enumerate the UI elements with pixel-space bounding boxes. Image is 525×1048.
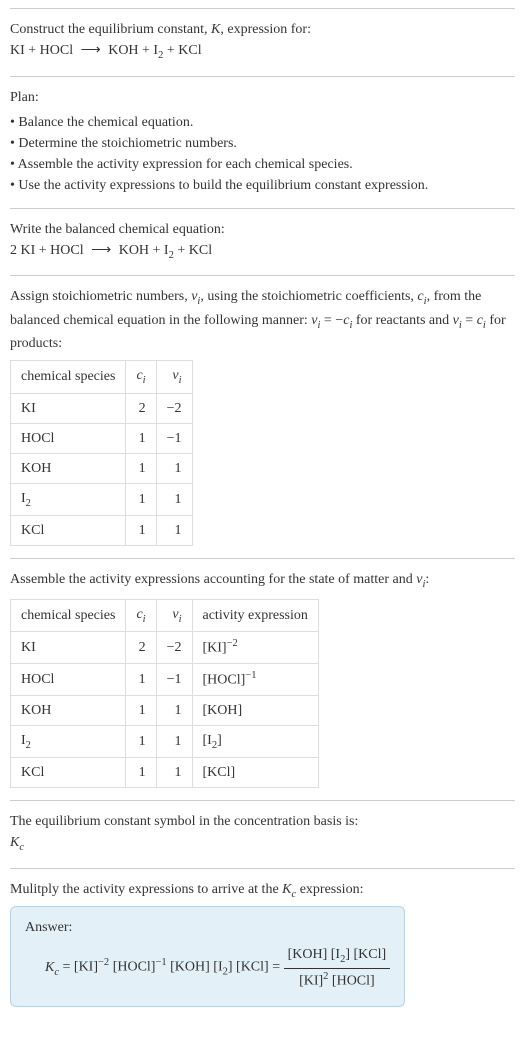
stoich-section: Assign stoichiometric numbers, νi, using…	[10, 275, 515, 558]
table-header-row: chemical species ci νi activity expressi…	[11, 599, 319, 632]
table-row: KI 2 −2 [KI]−2	[11, 632, 319, 664]
plan-item: Assemble the activity expression for eac…	[10, 154, 515, 175]
stoich-intro: Assign stoichiometric numbers, νi, using…	[10, 286, 515, 354]
unbalanced-equation: KI + HOCl ⟶ KOH + I2 + KCl	[10, 40, 515, 64]
answer-section: Mulitply the activity expressions to arr…	[10, 868, 515, 1019]
col-species: chemical species	[11, 599, 126, 632]
kc-expression: Kc = [KI]−2 [HOCl]−1 [KOH] [I2] [KCl] = …	[25, 944, 390, 991]
plan-section: Plan: Balance the chemical equation. Det…	[10, 76, 515, 208]
balanced-section: Write the balanced chemical equation: 2 …	[10, 208, 515, 276]
stoich-table: chemical species ci νi KI 2 −2 HOCl 1 −1…	[10, 360, 193, 546]
activity-table: chemical species ci νi activity expressi…	[10, 599, 319, 788]
col-ci: ci	[126, 599, 156, 632]
answer-label: Answer:	[25, 917, 390, 938]
plan-item: Determine the stoichiometric numbers.	[10, 133, 515, 154]
symbol-section: The equilibrium constant symbol in the c…	[10, 800, 515, 868]
balanced-equation: 2 KI + HOCl ⟶ KOH + I2 + KCl	[10, 240, 515, 264]
plan-label: Plan:	[10, 87, 515, 108]
multiply-intro: Mulitply the activity expressions to arr…	[10, 879, 515, 903]
kc-symbol: Kc	[10, 832, 515, 856]
table-header-row: chemical species ci νi	[11, 361, 193, 394]
table-row: I2 1 1	[11, 483, 193, 516]
activity-section: Assemble the activity expressions accoun…	[10, 558, 515, 800]
kc-fraction: [KOH] [I2] [KCl] [KI]2 [HOCl]	[284, 944, 391, 991]
table-row: KCl 1 1	[11, 516, 193, 546]
title-line: Construct the equilibrium constant, K, e…	[10, 19, 515, 40]
table-row: KI 2 −2	[11, 393, 193, 423]
symbol-intro: The equilibrium constant symbol in the c…	[10, 811, 515, 832]
activity-intro: Assemble the activity expressions accoun…	[10, 569, 515, 593]
fraction-denominator: [KI]2 [HOCl]	[284, 969, 391, 992]
col-nui: νi	[156, 599, 192, 632]
col-species: chemical species	[11, 361, 126, 394]
col-nui: νi	[156, 361, 192, 394]
fraction-numerator: [KOH] [I2] [KCl]	[284, 944, 391, 969]
answer-box: Answer: Kc = [KI]−2 [HOCl]−1 [KOH] [I2] …	[10, 906, 405, 1006]
table-row: KOH 1 1	[11, 453, 193, 483]
col-activity: activity expression	[192, 599, 318, 632]
problem-statement: Construct the equilibrium constant, K, e…	[10, 8, 515, 76]
plan-item: Balance the chemical equation.	[10, 112, 515, 133]
plan-item: Use the activity expressions to build th…	[10, 175, 515, 196]
plan-list: Balance the chemical equation. Determine…	[10, 112, 515, 196]
table-row: I2 1 1 [I2]	[11, 725, 319, 758]
table-row: HOCl 1 −1	[11, 423, 193, 453]
table-row: KCl 1 1 [KCl]	[11, 758, 319, 788]
table-row: KOH 1 1 [KOH]	[11, 695, 319, 725]
table-row: HOCl 1 −1 [HOCl]−1	[11, 664, 319, 696]
balanced-intro: Write the balanced chemical equation:	[10, 219, 515, 240]
col-ci: ci	[126, 361, 156, 394]
